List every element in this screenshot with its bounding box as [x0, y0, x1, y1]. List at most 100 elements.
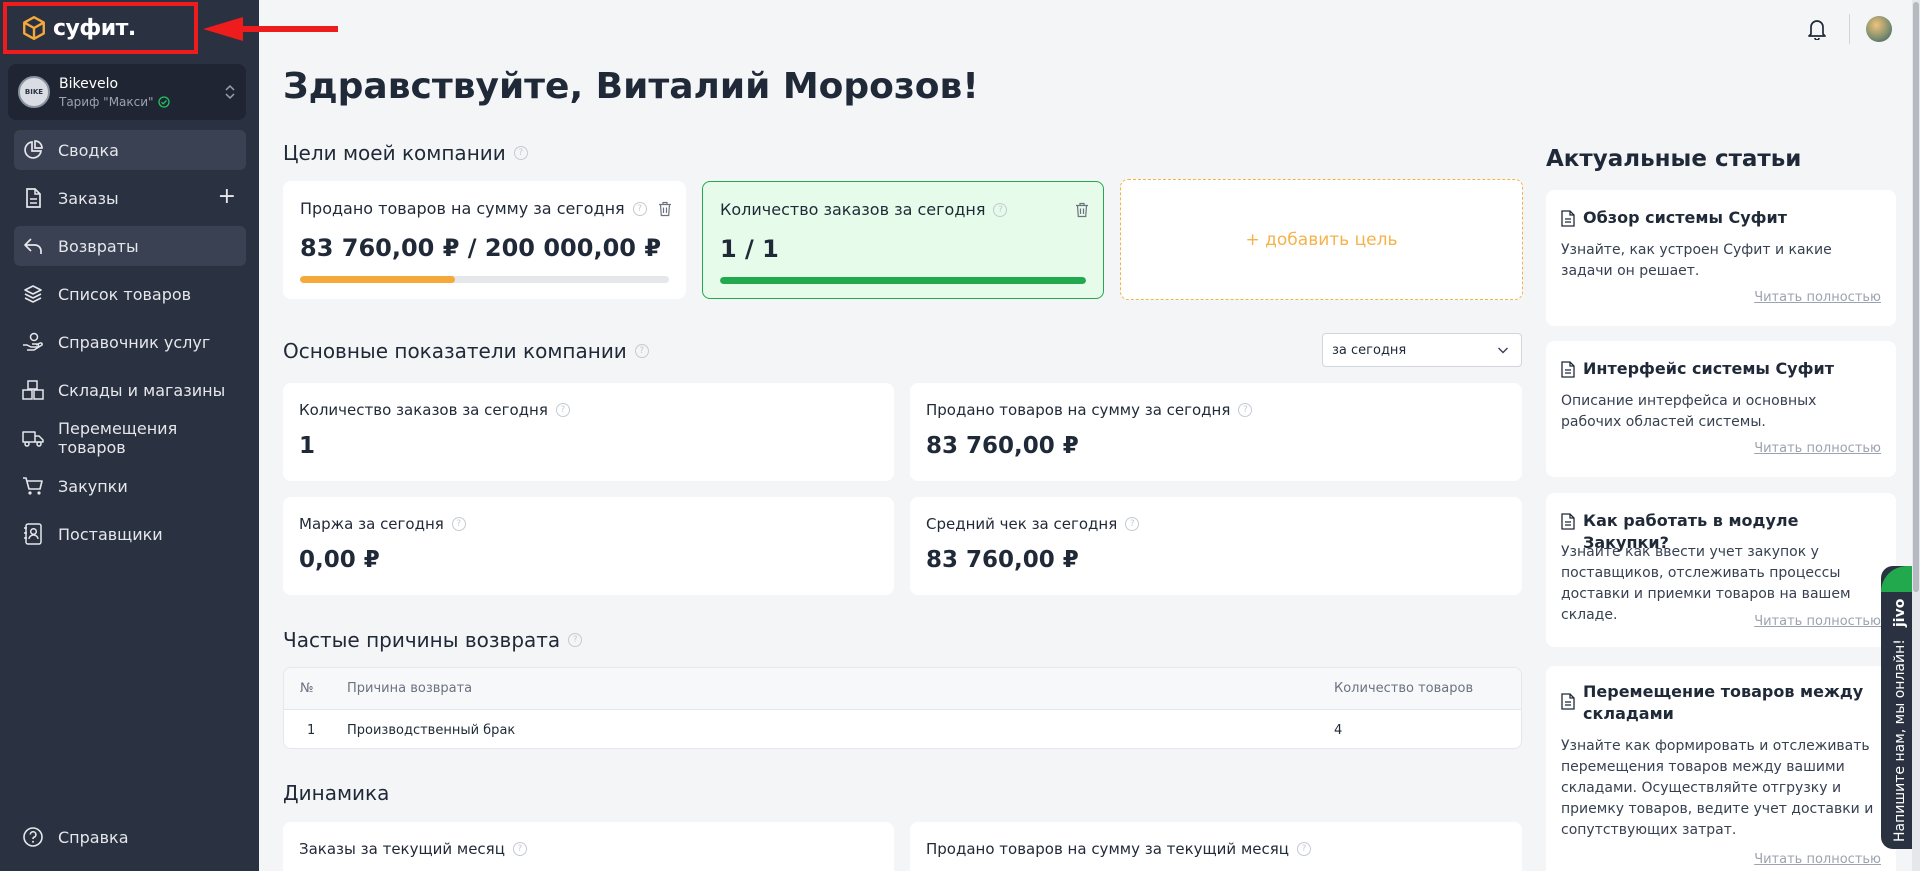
info-icon[interactable]: ? [555, 403, 570, 417]
logo-text[interactable]: суфит. [53, 16, 136, 41]
hand-coin-icon [22, 331, 44, 353]
metric-value: 0,00 ₽ [299, 547, 380, 573]
company-switcher[interactable]: BIKE Bikevelo Тариф "Макси" [8, 64, 246, 120]
info-icon[interactable]: ? [1296, 842, 1311, 856]
metric-label-text: Количество заказов за сегодня [299, 401, 548, 419]
metric-label: Продано товаров на сумму за сегодня? [926, 401, 1253, 419]
metric-value: 1 [299, 433, 316, 459]
metric-card: Средний чек за сегодня? 83 760,00 ₽ [910, 497, 1522, 595]
metric-label-text: Заказы за текущий месяц [299, 840, 505, 858]
table-cell: 4 [1334, 722, 1343, 738]
goal-progress-fill [300, 276, 455, 283]
nav-label: Склады и магазины [58, 380, 226, 400]
check-circle-icon [157, 95, 170, 108]
chat-widget-label[interactable]: Напишите нам, мы онлайн! jivo [1885, 598, 1915, 841]
topbar-actions [1803, 14, 1892, 44]
help-link[interactable]: Справка [22, 826, 129, 848]
document-icon [22, 187, 44, 209]
return-arrow-icon [22, 235, 44, 257]
info-icon[interactable]: ? [632, 201, 647, 216]
nav-item-transfers[interactable]: Перемещения товаров [14, 418, 246, 458]
article-desc: Узнайте как формировать и отслеживать пе… [1561, 738, 1874, 838]
metric-card: Количество заказов за сегодня? 1 [283, 383, 894, 481]
read-more-link[interactable]: Читать полностью [1754, 852, 1881, 867]
trash-icon[interactable] [1075, 202, 1089, 218]
contacts-icon [22, 523, 44, 545]
article-card[interactable]: Перемещение товаров между складами Узнай… [1546, 666, 1896, 871]
metric-label-text: Средний чек за сегодня [926, 515, 1118, 533]
article-card[interactable]: Обзор системы Суфит Узнайте, как устроен… [1546, 190, 1896, 326]
chevron-updown-icon [225, 84, 235, 100]
boxes-icon [22, 379, 44, 401]
info-icon[interactable]: ? [513, 146, 528, 160]
metric-label-text: Продано товаров на сумму за сегодня [926, 401, 1231, 419]
info-icon[interactable]: ? [1238, 403, 1253, 417]
question-circle-icon [23, 827, 43, 847]
returns-table: № Причина возврата Количество товаров 1 … [283, 667, 1522, 749]
goal-progress-bar [720, 277, 1086, 284]
add-goal-button[interactable]: + добавить цель [1120, 179, 1523, 300]
goal-label: Продано товаров на сумму за сегодня ? [300, 199, 647, 218]
goal-card: Продано товаров на сумму за сегодня ? 83… [283, 181, 686, 299]
company-name: Bikevelo [59, 75, 119, 92]
article-title: Перемещение товаров между складами [1561, 681, 1881, 725]
nav-label: Список товаров [58, 284, 192, 304]
metric-value: 83 760,00 ₽ [926, 547, 1079, 573]
scrollbar-thumb[interactable] [1913, 2, 1919, 592]
period-select[interactable]: за сегодня [1322, 333, 1522, 367]
add-order-button[interactable]: + [218, 186, 236, 208]
annotation-arrow [203, 17, 338, 41]
info-icon[interactable]: ? [568, 633, 583, 647]
goal-label-text: Количество заказов за сегодня [720, 200, 986, 219]
goal-value: 83 760,00 ₽ / 200 000,00 ₽ [300, 234, 662, 262]
info-icon[interactable]: ? [634, 344, 649, 358]
chat-widget-brand: jivo [1892, 598, 1908, 627]
dynamics-card: Заказы за текущий месяц? [283, 822, 894, 871]
truck-icon [22, 427, 44, 449]
nav-item-products[interactable]: Список товаров [14, 274, 246, 314]
help-label: Справка [58, 827, 129, 847]
article-card[interactable]: Интерфейс системы Суфит Описание интерфе… [1546, 341, 1896, 477]
goal-progress-fill [720, 277, 1086, 284]
read-more-link[interactable]: Читать полностью [1754, 614, 1881, 629]
article-title: Обзор системы Суфит [1561, 207, 1881, 229]
document-icon [1561, 210, 1575, 227]
period-select-value: за сегодня [1332, 342, 1407, 358]
logo-highlight-box: суфит. [3, 2, 198, 54]
table-header: № Причина возврата Количество товаров [284, 668, 1521, 710]
info-icon[interactable]: ? [1125, 517, 1140, 531]
column-header: № [300, 681, 314, 696]
info-icon[interactable]: ? [993, 202, 1008, 217]
nav-item-returns[interactable]: Возвраты [14, 226, 246, 266]
read-more-link[interactable]: Читать полностью [1754, 290, 1881, 305]
goal-label: Количество заказов за сегодня ? [720, 200, 1008, 219]
user-avatar[interactable] [1866, 16, 1892, 42]
table-cell: Производственный брак [347, 722, 516, 738]
article-desc: Описание интерфейса и основных рабочих о… [1561, 393, 1817, 430]
nav-item-summary[interactable]: Сводка [14, 130, 246, 170]
nav-item-orders[interactable]: Заказы + [14, 178, 246, 218]
nav-item-suppliers[interactable]: Поставщики [14, 514, 246, 554]
dynamics-section-title: Динамика [283, 781, 389, 805]
notifications-button[interactable] [1803, 15, 1831, 43]
page-title: Здравствуйте, Виталий Морозов! [283, 66, 979, 107]
table-row[interactable]: 1 Производственный брак 4 [284, 710, 1521, 748]
article-title: Интерфейс системы Суфит [1561, 358, 1881, 380]
info-icon[interactable]: ? [512, 842, 527, 856]
nav-item-purchases[interactable]: Закупки [14, 466, 246, 506]
article-card[interactable]: Как работать в модуле Закупки? Узнайте к… [1546, 493, 1896, 647]
info-icon[interactable]: ? [451, 517, 466, 531]
document-icon [1561, 513, 1575, 530]
metric-card: Продано товаров на сумму за сегодня? 83 … [910, 383, 1522, 481]
metrics-section-title: Основные показатели компании ? [283, 339, 649, 363]
trash-icon[interactable] [658, 201, 672, 217]
read-more-link[interactable]: Читать полностью [1754, 441, 1881, 456]
nav-item-warehouses[interactable]: Склады и магазины [14, 370, 246, 410]
pie-chart-icon [22, 139, 44, 161]
nav-item-services[interactable]: Справочник услуг [14, 322, 246, 362]
nav-label: Возвраты [58, 236, 139, 256]
metric-label: Заказы за текущий месяц? [299, 840, 527, 858]
chevron-down-icon [1498, 347, 1508, 354]
goal-card: Количество заказов за сегодня ? 1 / 1 [702, 181, 1104, 299]
document-icon [1561, 361, 1575, 378]
